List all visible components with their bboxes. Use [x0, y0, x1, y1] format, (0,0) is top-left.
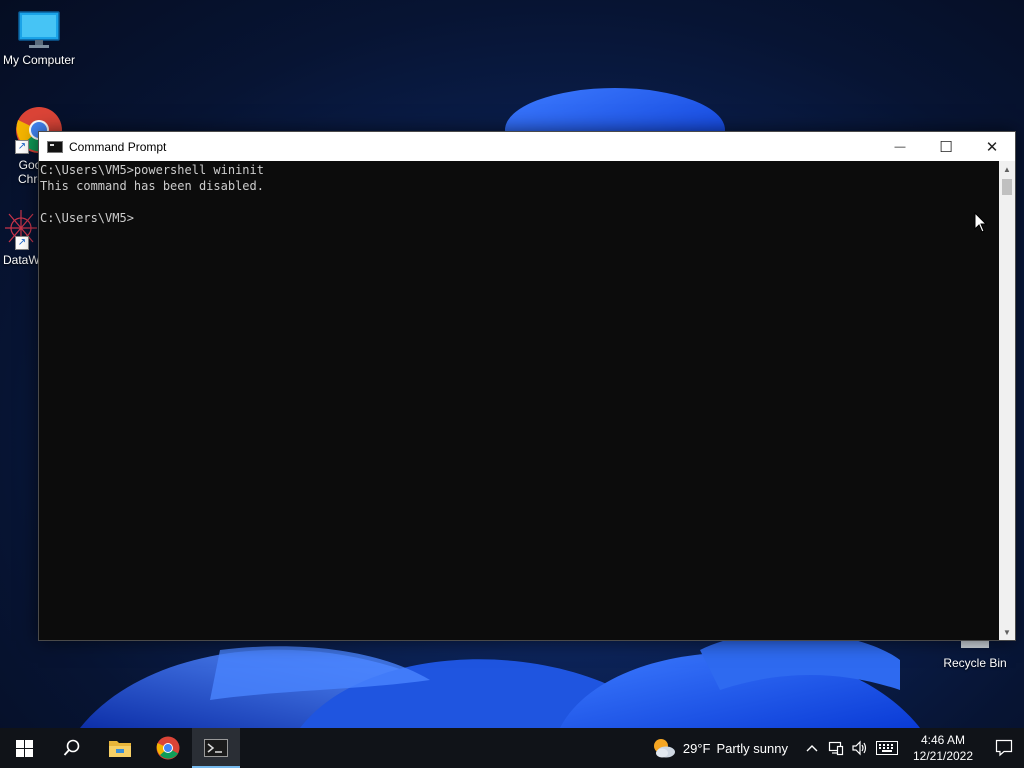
keyboard-icon	[876, 741, 898, 755]
weather-condition: Partly sunny	[716, 740, 788, 756]
windows-logo-icon	[15, 739, 33, 757]
shortcut-arrow-icon: ↗	[15, 236, 29, 250]
search-icon	[63, 739, 80, 756]
system-tray: 29°F Partly sunny 4:46 AM 12/21/2022	[651, 728, 1024, 768]
scroll-up-button[interactable]: ▲	[999, 161, 1015, 177]
start-button[interactable]	[0, 728, 48, 768]
desktop-icon-recycle-bin[interactable]: Recycle Bin	[937, 640, 1013, 670]
close-icon: ✕	[985, 138, 999, 156]
desktop-icon-label: My Computer	[2, 53, 76, 67]
action-center-button[interactable]	[984, 728, 1024, 768]
taskbar-clock[interactable]: 4:46 AM 12/21/2022	[908, 732, 978, 764]
window-title: Command Prompt	[69, 139, 167, 154]
touch-keyboard-button[interactable]	[872, 728, 902, 768]
taskbar-file-explorer[interactable]	[96, 728, 144, 768]
shortcut-arrow-icon: ↗	[15, 140, 29, 154]
volume-button[interactable]	[848, 728, 872, 768]
partly-sunny-icon	[653, 739, 675, 758]
taskbar-chrome[interactable]	[144, 728, 192, 768]
clock-date: 12/21/2022	[912, 749, 974, 763]
taskbar: 29°F Partly sunny 4:46 AM 12/21/2022	[0, 728, 1024, 768]
scroll-up-icon: ▲	[1003, 164, 1011, 174]
terminal-icon	[204, 739, 228, 757]
folder-icon	[109, 741, 131, 757]
desktop-icon-label: DataW	[3, 253, 40, 267]
maximize-button[interactable]: ☐	[923, 132, 969, 161]
taskbar-command-prompt[interactable]	[192, 728, 240, 768]
command-prompt-window[interactable]: Command Prompt — ☐ ✕ C:\Users\VM5>powers…	[38, 131, 1016, 641]
desktop-icon-my-computer[interactable]: My Computer	[1, 10, 77, 67]
mouse-cursor-icon	[974, 212, 988, 233]
console-output[interactable]: C:\Users\VM5>powershell wininit This comm…	[39, 161, 1000, 640]
maximize-icon: ☐	[939, 138, 953, 156]
desktop-icon-dataw[interactable]: ↗ DataW	[1, 206, 41, 267]
weather-widget[interactable]: 29°F Partly sunny	[651, 737, 788, 759]
weather-temperature: 29°F	[682, 740, 711, 756]
window-titlebar[interactable]: Command Prompt — ☐ ✕	[39, 132, 1015, 161]
scrollbar-thumb[interactable]	[1002, 179, 1012, 195]
network-button[interactable]	[824, 728, 848, 768]
minimize-button[interactable]: —	[877, 132, 923, 161]
search-button[interactable]	[48, 728, 96, 768]
chrome-icon	[156, 736, 180, 760]
vertical-scrollbar[interactable]: ▲ ▼	[999, 161, 1015, 640]
dataw-icon: ↗	[1, 206, 41, 250]
console-prompt: C:\Users\VM5>	[40, 211, 134, 225]
monitor-icon	[17, 10, 61, 50]
terminal-icon	[47, 140, 63, 153]
console-line: C:\Users\VM5>powershell wininit	[40, 163, 264, 177]
scroll-down-icon: ▼	[1003, 627, 1011, 637]
desktop-icon-label: Recycle Bin	[943, 656, 1007, 670]
scroll-down-button[interactable]: ▼	[999, 624, 1015, 640]
notification-icon	[995, 739, 1013, 757]
network-icon	[828, 741, 844, 756]
speaker-icon	[852, 740, 867, 756]
show-hidden-icons-button[interactable]	[800, 728, 824, 768]
minimize-icon: —	[894, 140, 906, 153]
chevron-up-icon	[806, 745, 818, 752]
console-line: This command has been disabled.	[40, 179, 264, 193]
close-button[interactable]: ✕	[969, 132, 1015, 161]
recycle-bin-icon	[961, 640, 989, 648]
clock-time: 4:46 AM	[920, 733, 966, 747]
